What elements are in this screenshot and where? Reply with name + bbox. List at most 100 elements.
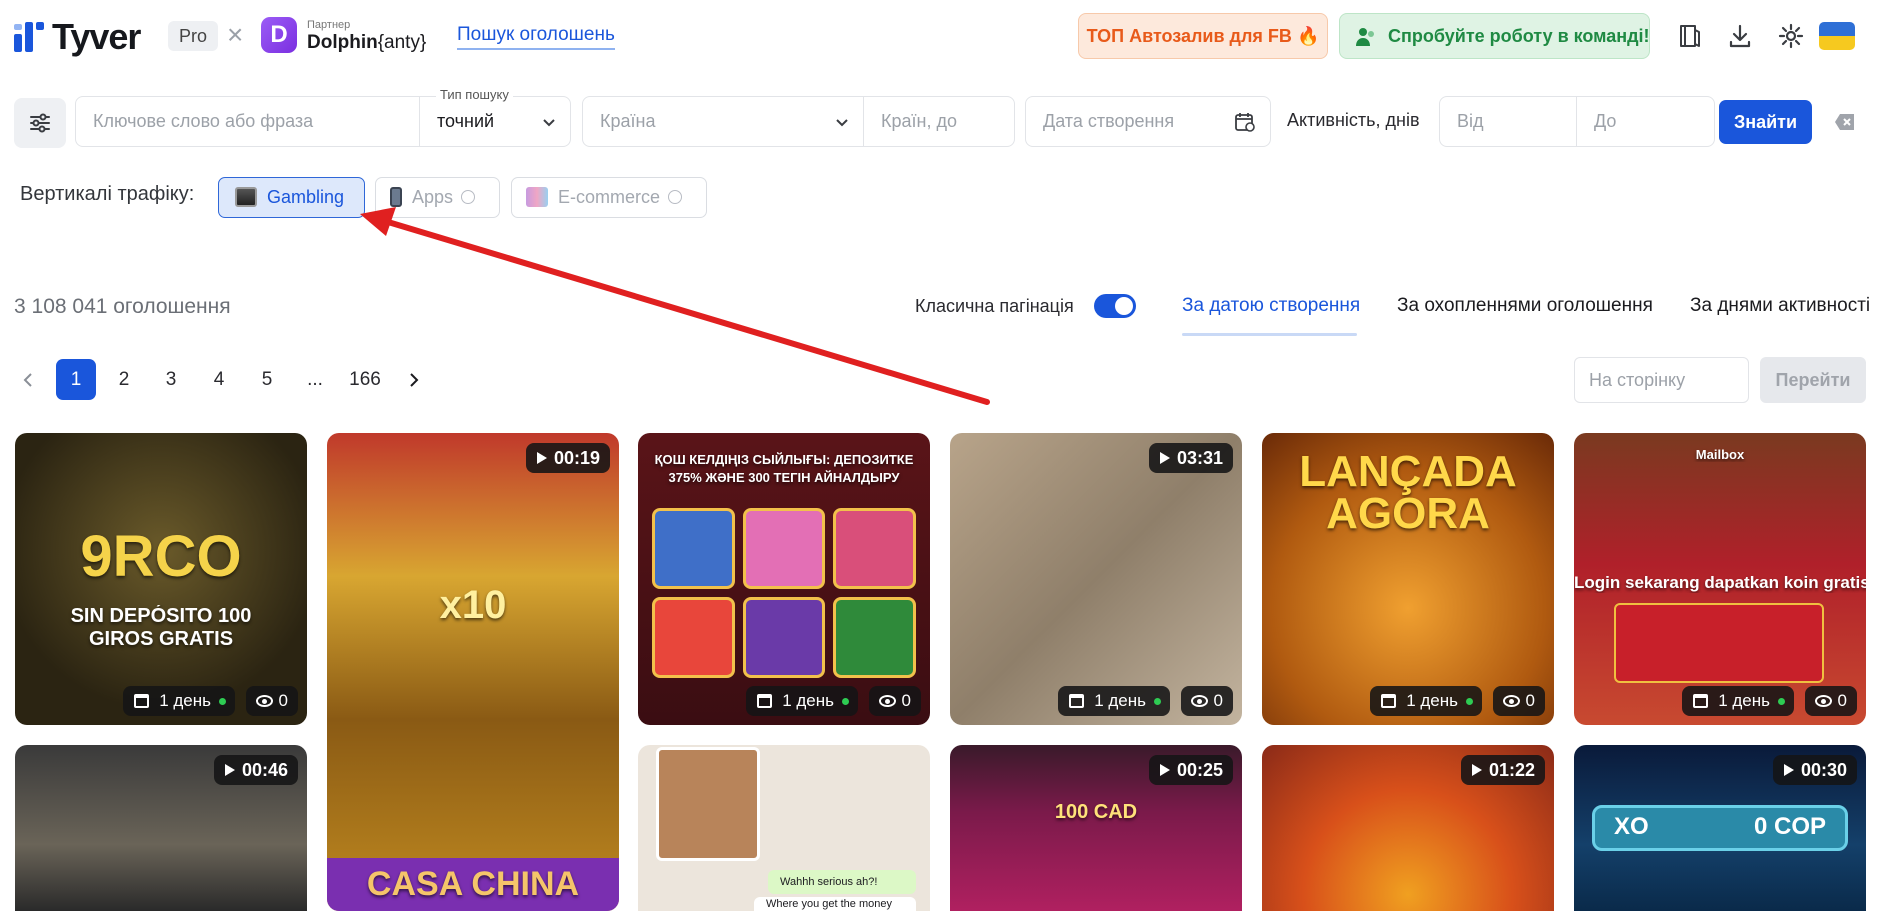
page-1[interactable]: 1 [56,359,96,400]
find-button[interactable]: Знайти [1719,100,1812,144]
clock-icon [668,190,683,204]
nav-ad-search-link[interactable]: Пошук оголошень [457,24,615,50]
classic-pagination-toggle[interactable] [1094,294,1136,318]
dolphin-logo-icon[interactable]: D [261,17,297,53]
ad-card[interactable]: LANÇADA AGORA 1 день 0 [1262,433,1554,725]
search-type-value: точний [437,111,495,131]
days-active-badge: 1 день [1370,686,1482,716]
ad-image [327,433,619,911]
views-badge: 0 [1804,686,1857,716]
active-dot [1154,698,1161,705]
ad-card[interactable]: Mailbox Login sekarang dapatkan koin gra… [1574,433,1866,725]
views-badge: 0 [868,686,921,716]
ad-card[interactable]: 01:22 [1262,745,1554,911]
active-dot [219,698,226,705]
clear-filters-icon[interactable] [1834,112,1856,132]
phone-photo [656,747,760,861]
partner-label: Партнер [307,19,351,31]
active-dot [842,698,849,705]
views-badge: 0 [1492,686,1545,716]
sliders-icon [30,113,50,133]
calendar-icon [757,694,773,708]
video-duration-badge: 01:22 [1460,755,1545,785]
shopping-bags-icon [526,187,548,207]
slot-machine-icon [235,187,257,207]
ad-card[interactable]: Wahhh serious ah?! Where you get the mon… [638,745,930,911]
chevron-down-icon [836,119,848,127]
activity-days-label: Активність, днів [1287,110,1420,130]
page-3[interactable]: 3 [152,359,190,400]
page-5[interactable]: 5 [248,359,286,400]
calendar-icon [1693,694,1709,708]
tyver-logo[interactable]: Tyver [14,16,141,58]
page-2[interactable]: 2 [105,359,143,400]
page-4[interactable]: 4 [200,359,238,400]
promo-team-button[interactable]: Спробуйте роботу в команді! [1339,13,1650,59]
ad-card[interactable]: 9RCO SIN DEPÓSITO 100 GIROS GRATIS 1 ден… [15,433,307,725]
fire-icon: 🔥 [1296,26,1320,46]
views-badge: 0 [245,686,298,716]
filters-button[interactable] [14,98,66,148]
goto-page-button[interactable]: Перейти [1760,357,1866,403]
chat-bubble: Where you get the money [754,897,916,911]
calendar-icon[interactable] [1234,111,1256,133]
eye-icon [1190,695,1208,707]
vertical-chip-ecommerce[interactable]: E-commerce [511,177,707,218]
active-dot [1466,698,1473,705]
logo-icon [14,22,44,52]
days-active-badge: 1 день [746,686,858,716]
book-icon[interactable] [1675,22,1703,50]
gear-icon[interactable] [1777,22,1805,50]
search-type-select[interactable]: Тип пошуку точний [419,87,571,147]
eye-icon [1814,695,1832,707]
ad-card[interactable]: XO 0 COP 00:30 [1574,745,1866,911]
times-icon: × [227,19,244,50]
chevron-right-icon[interactable] [407,372,421,388]
chevron-left-icon[interactable] [21,372,35,388]
video-duration-badge: 00:25 [1148,755,1233,785]
top-header: Tyver Pro × D Партнер Dolphin{anty} Пошу… [0,0,1882,74]
sort-tab-created[interactable]: За датою створення [1182,295,1360,317]
views-badge: 0 [1180,686,1233,716]
days-active-badge: 1 день [1682,686,1794,716]
ad-card[interactable]: 03:31 1 день 0 [950,433,1242,725]
chat-bubble: Wahhh serious ah?! [768,870,916,894]
ad-card[interactable]: 100 CAD 00:25 [950,745,1242,911]
sort-active-underline [1182,333,1357,336]
results-count: 3 108 041 оголошення [14,295,231,318]
chevron-down-icon [543,119,555,127]
promo-fb-button[interactable]: ТОП Автозалив для FB 🔥 [1078,13,1328,59]
ad-card[interactable]: ҚОШ КЕЛДІҢІЗ СЫЙЛЫҒЫ: ДЕПОЗИТКЕ 375% ЖӘН… [638,433,930,725]
activity-to-input[interactable]: До [1576,96,1715,147]
date-created-input[interactable]: Дата створення [1025,96,1271,147]
download-icon[interactable] [1726,22,1754,50]
clock-icon [461,190,476,204]
keyword-input[interactable]: Ключове слово або фраза [75,96,420,147]
goto-page-input[interactable]: На сторінку [1574,357,1749,403]
video-duration-badge: 00:19 [525,443,610,473]
activity-from-input[interactable]: Від [1439,96,1577,147]
classic-pagination-label: Класична пагінація [915,296,1074,316]
ad-card[interactable]: x10 CASA CHINA 00:19 [327,433,619,911]
ukraine-flag-icon[interactable] [1819,22,1855,50]
calendar-icon [1381,694,1397,708]
calendar-icon [1069,694,1085,708]
active-dot [1778,698,1785,705]
partner-name[interactable]: Dolphin{anty} [307,32,426,54]
sort-tab-activity[interactable]: За днями активності [1690,295,1870,317]
verticals-label: Вертикалі трафіку: [20,183,195,205]
bonus-panel [1614,603,1824,683]
ad-card[interactable]: 00:46 [15,745,307,911]
video-duration-badge: 00:30 [1772,755,1857,785]
plan-badge: Pro [168,21,219,51]
vertical-chip-gambling[interactable]: Gambling [218,177,365,218]
sort-tab-reach[interactable]: За охопленнями оголошення [1397,295,1653,317]
eye-icon [1502,695,1520,707]
vertical-chip-apps[interactable]: Apps [375,177,500,218]
country-select[interactable]: Країна [582,96,864,147]
eye-icon [878,695,896,707]
days-active-badge: 1 день [1058,686,1170,716]
countries-to-input[interactable]: Країн, до [863,96,1015,147]
page-166[interactable]: 166 [340,359,390,400]
video-duration-badge: 00:46 [213,755,298,785]
